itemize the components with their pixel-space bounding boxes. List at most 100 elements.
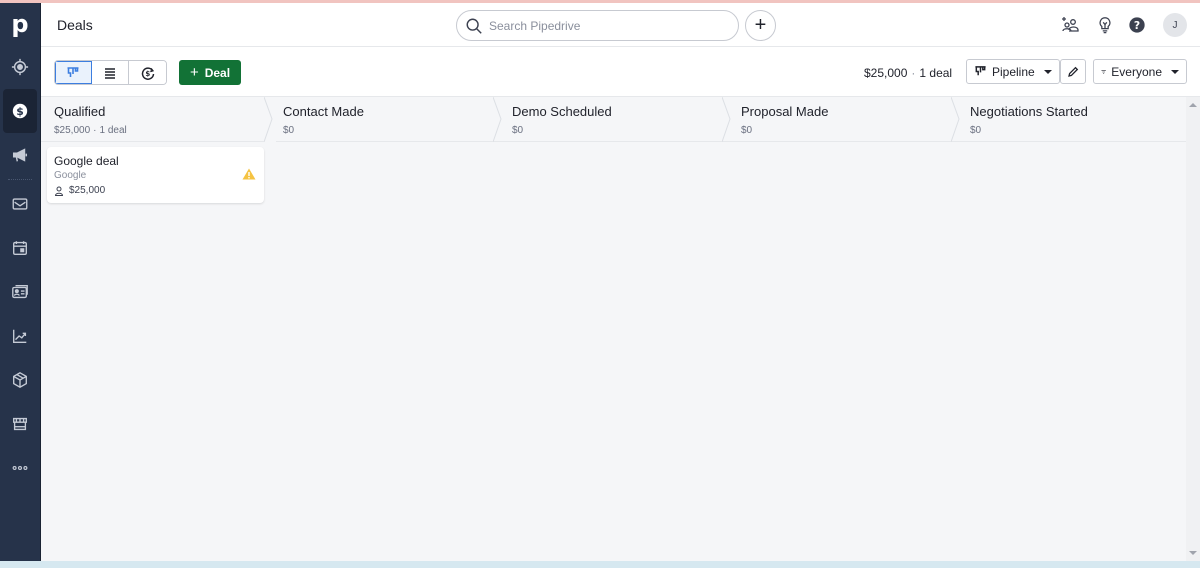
top-header: Deals + ? J <box>41 3 1200 47</box>
warning-icon[interactable] <box>242 168 256 180</box>
add-deal-label: Deal <box>204 65 231 80</box>
stage-value: $0 <box>512 125 524 136</box>
search-input[interactable] <box>489 18 719 33</box>
summary-separator: · <box>911 66 916 80</box>
pencil-icon <box>1068 66 1079 77</box>
stage-column <box>270 142 499 208</box>
lightbulb-icon <box>1099 17 1111 34</box>
svg-text:?: ? <box>1134 19 1140 32</box>
pipeline-view-icon <box>67 66 79 77</box>
target-icon <box>11 58 29 76</box>
contact-card-icon <box>12 285 28 299</box>
sidebar: p $ <box>0 3 41 561</box>
sidebar-item-activities[interactable] <box>0 226 40 270</box>
stage-count: 1 deal <box>99 125 127 136</box>
stage-column <box>957 142 1186 208</box>
stage-value: $0 <box>970 125 982 136</box>
summary-value: $25,000 <box>864 66 908 80</box>
stage-column <box>499 142 728 208</box>
svg-text:$: $ <box>16 105 24 118</box>
dollar-icon: $ <box>12 103 28 119</box>
sidebar-item-focus[interactable] <box>0 45 40 89</box>
chevron-down-icon <box>1043 69 1052 74</box>
chart-icon <box>13 329 27 343</box>
taskbar-strip <box>0 561 1200 568</box>
pipeline-board: Qualified $25,000 · 1 deal Contact Made $0… <box>41 97 1186 561</box>
stage-separator: · <box>93 125 97 136</box>
sidebar-item-marketplace[interactable] <box>0 402 40 446</box>
edit-pipeline-button[interactable] <box>1060 59 1086 84</box>
stage-header[interactable]: Proposal Made $0 <box>728 97 960 142</box>
stage-headers: Qualified $25,000 · 1 deal Contact Made $0… <box>41 97 1186 142</box>
sidebar-item-contacts[interactable] <box>0 270 40 314</box>
store-icon <box>13 417 27 431</box>
view-switcher: $ <box>54 60 167 85</box>
sidebar-item-mail[interactable] <box>0 182 40 226</box>
megaphone-icon <box>12 148 28 162</box>
pipeline-icon <box>975 66 986 76</box>
pipedrive-logo[interactable]: p <box>0 3 40 45</box>
stage-header[interactable]: Demo Scheduled $0 <box>499 97 731 142</box>
filter-icon <box>1101 69 1106 74</box>
owner-filter-select[interactable]: Everyone <box>1093 59 1187 84</box>
add-deal-button[interactable]: + Deal <box>179 60 241 85</box>
stage-header[interactable]: Negotiations Started $0 <box>957 97 1186 141</box>
search-icon <box>466 18 482 34</box>
stage-header[interactable]: Contact Made $0 <box>270 97 502 142</box>
box-icon <box>13 372 27 388</box>
sidebar-item-deals[interactable]: $ <box>3 89 37 133</box>
stage-value: $0 <box>283 125 295 136</box>
deal-value-row: $25,000 <box>54 185 257 196</box>
main-area: Deals + ? J $ + <box>41 3 1200 561</box>
help-icon: ? <box>1129 17 1145 33</box>
help-button[interactable]: ? <box>1127 15 1147 35</box>
chevron-down-icon <box>1171 69 1179 74</box>
forecast-view-icon: $ <box>141 66 154 80</box>
invite-user-button[interactable] <box>1060 15 1080 35</box>
stage-name: Proposal Made <box>741 104 829 119</box>
mail-icon <box>12 198 28 210</box>
list-view-button[interactable] <box>92 61 129 84</box>
pipeline-select[interactable]: Pipeline <box>966 59 1060 84</box>
stage-name: Negotiations Started <box>970 104 1088 119</box>
stage-header[interactable]: Qualified $25,000 · 1 deal <box>41 97 276 142</box>
sidebar-divider <box>8 179 32 180</box>
deal-title: Google deal <box>54 154 119 168</box>
deals-toolbar: $ + Deal $25,000 · 1 deal Pipeline Everyon… <box>41 47 1200 97</box>
summary-count: 1 deal <box>919 66 953 80</box>
forecast-view-button[interactable]: $ <box>129 61 166 84</box>
search-box[interactable] <box>456 10 739 41</box>
sidebar-item-more[interactable] <box>0 446 40 490</box>
stage-value: $0 <box>741 125 753 136</box>
filter-label: Everyone <box>1111 64 1162 79</box>
svg-text:$: $ <box>145 70 150 78</box>
more-icon <box>12 465 28 471</box>
sidebar-item-products[interactable] <box>0 358 40 402</box>
stage-name: Demo Scheduled <box>512 104 612 119</box>
scroll-up-arrow[interactable] <box>1189 103 1197 107</box>
stage-name: Qualified <box>54 104 106 119</box>
deal-card[interactable]: Google deal Google $25,000 <box>47 147 264 203</box>
stage-column <box>728 142 957 208</box>
person-icon <box>54 186 64 196</box>
quick-add-button[interactable]: + <box>745 10 776 41</box>
calendar-icon <box>13 241 27 255</box>
vertical-scrollbar[interactable] <box>1186 97 1200 561</box>
avatar[interactable]: J <box>1163 13 1187 37</box>
deal-organization: Google <box>54 170 87 181</box>
pipeline-summary: $25,000 · 1 deal <box>864 66 952 80</box>
tips-button[interactable] <box>1095 15 1115 35</box>
sidebar-item-campaigns[interactable] <box>0 133 40 177</box>
stage-value: $25,000 <box>54 125 91 136</box>
page-title: Deals <box>57 17 93 33</box>
stage-summary: $25,000 · 1 deal <box>54 125 257 136</box>
pipeline-view-button[interactable] <box>55 61 92 84</box>
stage-columns: Google deal Google $25,000 <box>41 142 1186 208</box>
scroll-down-arrow[interactable] <box>1189 551 1197 555</box>
pipeline-label: Pipeline <box>992 64 1035 79</box>
list-view-icon <box>105 67 115 79</box>
stage-name: Contact Made <box>283 104 364 119</box>
stage-column: Google deal Google $25,000 <box>41 142 270 208</box>
sidebar-item-insights[interactable] <box>0 314 40 358</box>
plus-icon: + <box>189 64 199 81</box>
